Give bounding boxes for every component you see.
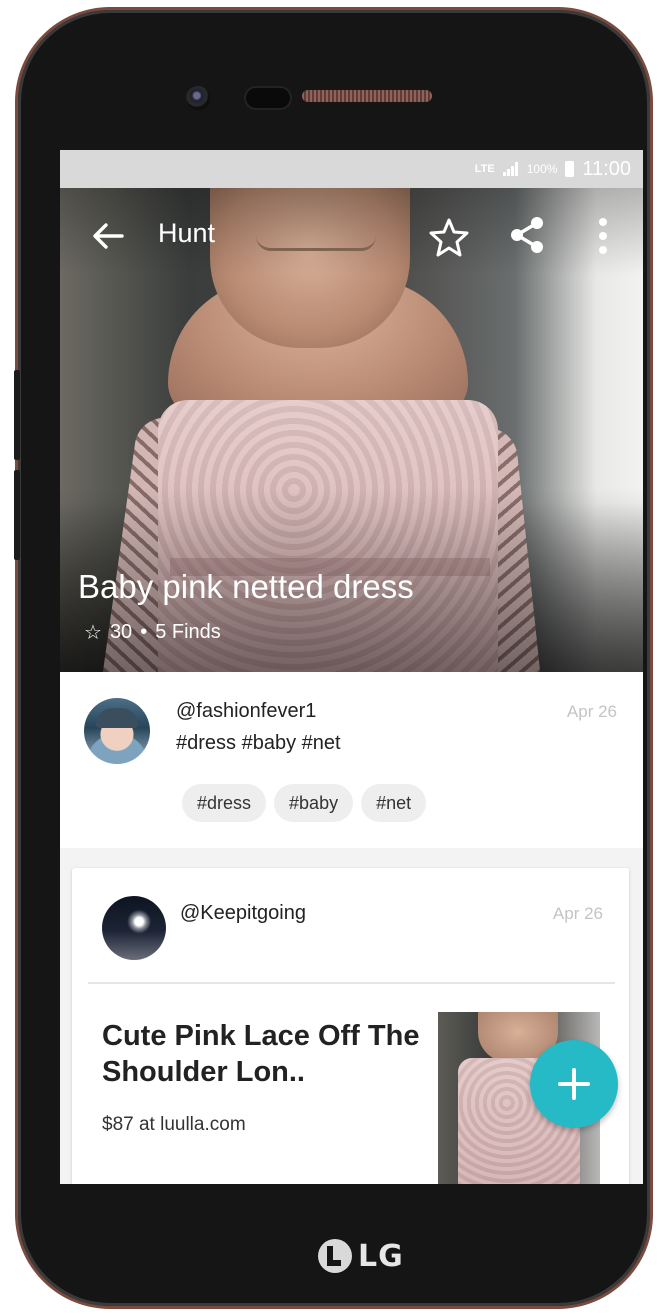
app-toolbar: Hunt bbox=[60, 188, 643, 284]
front-camera bbox=[186, 86, 210, 110]
app-screen: LTE 100% 11:00 Hunt Baby pink netted dre… bbox=[60, 150, 643, 1184]
avatar[interactable] bbox=[84, 698, 150, 764]
star-small-icon: ☆ bbox=[84, 622, 102, 644]
avatar[interactable] bbox=[102, 896, 166, 960]
tag-chip-baby[interactable]: #baby bbox=[274, 784, 354, 822]
hunt-meta: ☆ 30 • 5 Finds bbox=[84, 620, 221, 645]
meta-separator: • bbox=[140, 621, 148, 643]
find-card[interactable]: @Keepitgoing Apr 26 Cute Pink Lace Off T… bbox=[72, 868, 629, 1184]
hunt-hero-image: Hunt Baby pink netted dress ☆ 30 • 5 Fin… bbox=[60, 188, 643, 672]
find-date: Apr 26 bbox=[552, 904, 603, 923]
tag-chip-net[interactable]: #net bbox=[361, 784, 427, 822]
battery-icon bbox=[565, 161, 575, 177]
tag-chips: #dress #baby #net bbox=[182, 784, 427, 822]
status-bar: LTE 100% 11:00 bbox=[60, 150, 643, 188]
arrow-left-icon[interactable] bbox=[88, 216, 128, 256]
volume-down-button bbox=[14, 470, 20, 560]
hunt-post: @fashionfever1 #dress #baby #net Apr 26 … bbox=[60, 672, 643, 848]
find-author-handle[interactable]: @Keepitgoing bbox=[180, 902, 306, 925]
share-icon[interactable] bbox=[506, 214, 548, 256]
post-date: Apr 26 bbox=[566, 702, 617, 721]
volume-up-button bbox=[14, 370, 20, 460]
find-price: $87 at luulla.com bbox=[102, 1114, 246, 1135]
battery-percent: 100% bbox=[526, 162, 558, 176]
toolbar-title: Hunt bbox=[158, 218, 216, 248]
tag-chip-dress[interactable]: #dress bbox=[182, 784, 267, 822]
finds-count: 5 Finds bbox=[155, 621, 221, 643]
star-outline-icon[interactable] bbox=[428, 216, 470, 258]
brand-logo-text: LG bbox=[358, 1238, 404, 1274]
proximity-sensor bbox=[246, 88, 290, 108]
status-time: 11:00 bbox=[582, 157, 631, 180]
brand-logo: LG bbox=[318, 1236, 404, 1276]
add-find-button[interactable] bbox=[530, 1040, 618, 1128]
network-type: LTE bbox=[474, 162, 495, 175]
post-author-handle[interactable]: @fashionfever1 bbox=[176, 700, 316, 723]
card-divider bbox=[88, 982, 615, 984]
plus-icon bbox=[558, 1068, 590, 1100]
find-title[interactable]: Cute Pink Lace Off The Shoulder Lon.. bbox=[102, 1018, 422, 1091]
signal-icon bbox=[502, 162, 519, 176]
star-count: 30 bbox=[109, 621, 133, 643]
more-vert-icon[interactable] bbox=[588, 214, 618, 258]
post-description: #dress #baby #net bbox=[176, 732, 341, 754]
hunt-title: Baby pink netted dress bbox=[78, 568, 414, 605]
earpiece-speaker bbox=[302, 90, 432, 102]
lg-logo-icon bbox=[318, 1239, 352, 1273]
